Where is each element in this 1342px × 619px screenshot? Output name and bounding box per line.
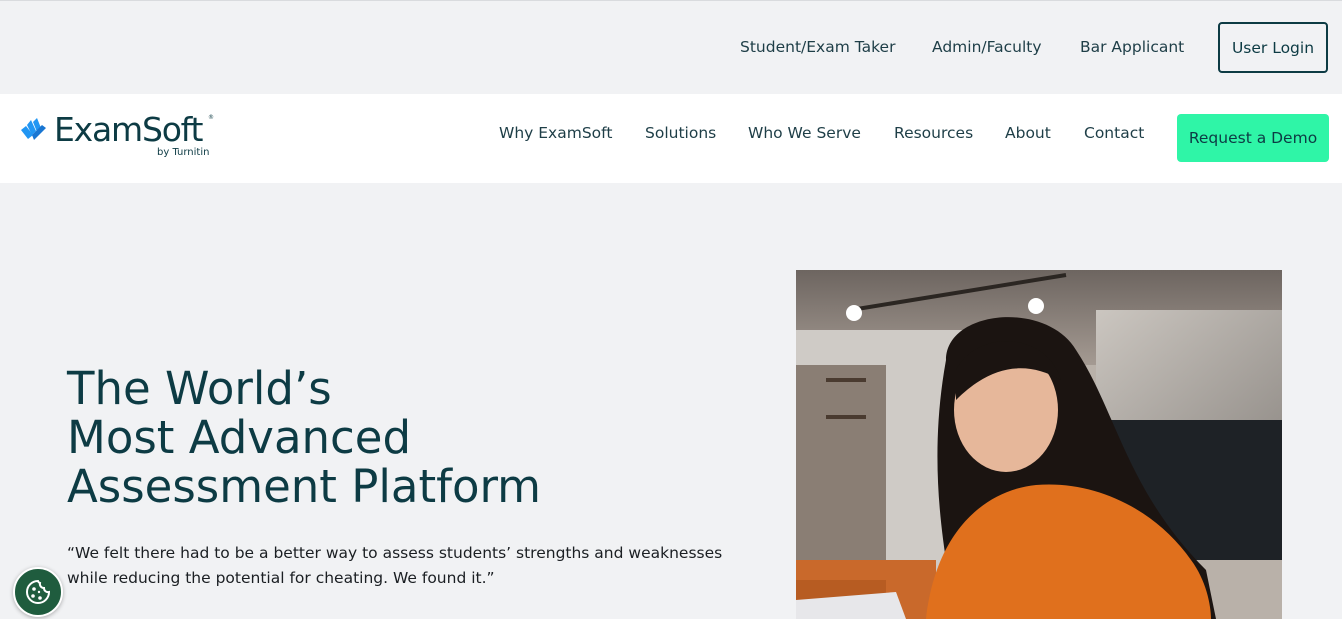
user-login-button[interactable]: User Login: [1218, 22, 1328, 73]
nav-admin-faculty[interactable]: Admin/Faculty: [932, 38, 1042, 56]
nav-why-examsoft[interactable]: Why ExamSoft: [499, 124, 612, 142]
request-demo-button[interactable]: Request a Demo: [1177, 114, 1329, 162]
nav-student-exam-taker[interactable]: Student/Exam Taker: [740, 38, 895, 56]
hero-title-line-1: The World’s: [67, 362, 332, 415]
cookie-icon: [26, 579, 51, 604]
nav-bar-applicant[interactable]: Bar Applicant: [1080, 38, 1184, 56]
hero-title: The World’s Most Advanced Assessment Pla…: [67, 364, 541, 511]
nav-who-we-serve[interactable]: Who We Serve: [748, 124, 861, 142]
nav-resources[interactable]: Resources: [894, 124, 973, 142]
hero-title-line-3: Assessment Platform: [67, 460, 542, 513]
hero-quote: “We felt there had to be a better way to…: [67, 544, 723, 587]
nav-about[interactable]: About: [1005, 124, 1051, 142]
registered-mark: ®: [208, 114, 214, 121]
hero-title-line-2: Most Advanced: [67, 411, 412, 464]
hero-photo: [796, 270, 1282, 619]
examsoft-logo-icon[interactable]: [20, 117, 48, 143]
nav-solutions[interactable]: Solutions: [645, 124, 716, 142]
brand-name[interactable]: ExamSoft: [54, 110, 203, 150]
nav-contact[interactable]: Contact: [1084, 124, 1144, 142]
brand-byline: by Turnitin: [157, 147, 210, 158]
cookie-settings-button[interactable]: [13, 567, 63, 617]
